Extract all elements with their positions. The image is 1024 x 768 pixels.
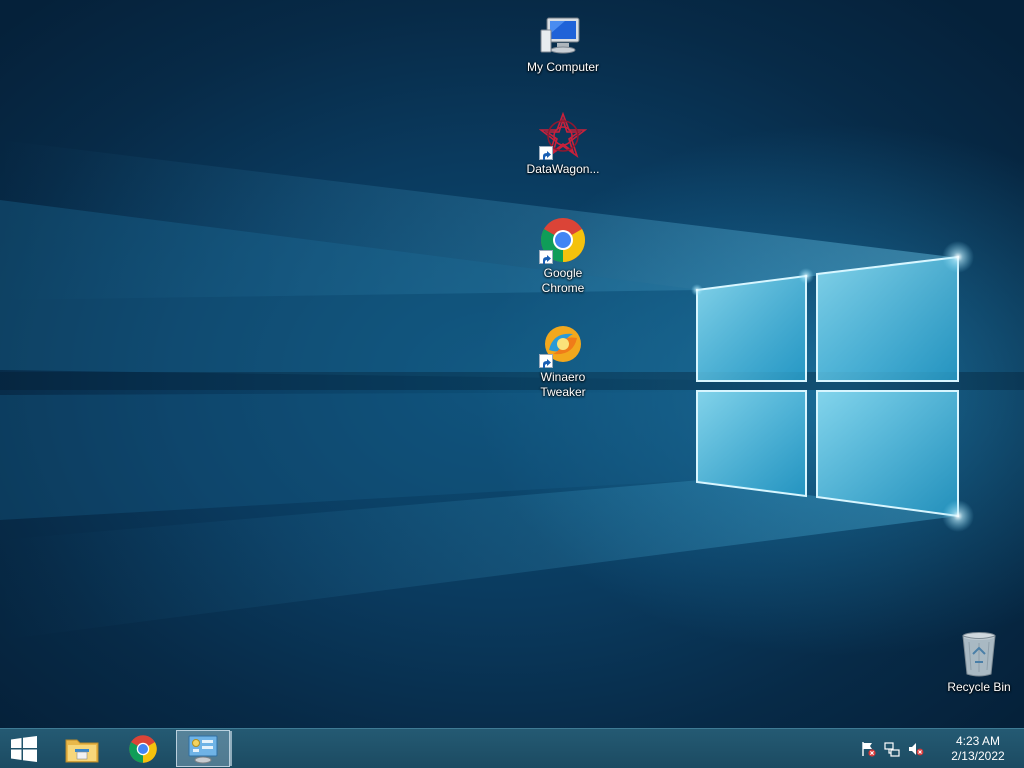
- taskbar-chrome-button[interactable]: [117, 730, 169, 767]
- desktop-icon-label: Recycle Bin: [947, 680, 1011, 694]
- start-button[interactable]: [0, 730, 48, 767]
- desktop-icon-google-chrome[interactable]: Google Chrome: [520, 216, 606, 296]
- desktop-icon-recycle-bin[interactable]: Recycle Bin: [936, 630, 1022, 695]
- control-panel-icon: [188, 735, 218, 763]
- taskbar: 4:23 AM 2/13/2022: [0, 728, 1024, 768]
- clock-date: 2/13/2022: [951, 748, 1005, 763]
- desktop-icon-my-computer[interactable]: My Computer: [520, 10, 606, 75]
- clock[interactable]: 4:23 AM 2/13/2022: [938, 734, 1018, 764]
- file-explorer-icon: [65, 739, 99, 762]
- desktop-icon-label: My Computer: [526, 60, 600, 74]
- desktop-icon-label: DataWagon...: [526, 162, 600, 176]
- taskbar-control-panel-button[interactable]: [176, 730, 230, 767]
- chrome-icon: [129, 734, 157, 763]
- system-tray: 4:23 AM 2/13/2022: [856, 729, 1024, 768]
- shortcut-arrow-icon: [539, 146, 553, 160]
- desktop-icon-label: Google Chrome: [541, 266, 585, 295]
- clock-time: 4:23 AM: [955, 733, 1001, 748]
- computer-icon: [539, 10, 587, 58]
- shortcut-arrow-icon: [539, 354, 553, 368]
- datawagon-icon: [538, 111, 588, 160]
- chrome-icon: [539, 216, 587, 264]
- desktop-icon-datawagon[interactable]: DataWagon...: [520, 111, 606, 177]
- wallpaper-windows-logo: [0, 140, 1024, 640]
- action-center-flag-icon[interactable]: [860, 741, 876, 757]
- desktop-icon-winaero-tweaker[interactable]: Winaero Tweaker: [520, 320, 606, 400]
- windows-logo-icon: [11, 735, 37, 762]
- shortcut-arrow-icon: [539, 250, 553, 264]
- network-icon[interactable]: [884, 741, 900, 757]
- volume-muted-icon[interactable]: [908, 741, 924, 757]
- recycle-bin-icon: [955, 630, 1003, 678]
- desktop-icon-label: Winaero Tweaker: [540, 370, 586, 399]
- taskbar-file-explorer-button[interactable]: [56, 730, 108, 767]
- desktop[interactable]: My Computer DataWagon... Google Chrome W…: [0, 0, 1024, 768]
- winaero-tweaker-icon: [539, 320, 587, 368]
